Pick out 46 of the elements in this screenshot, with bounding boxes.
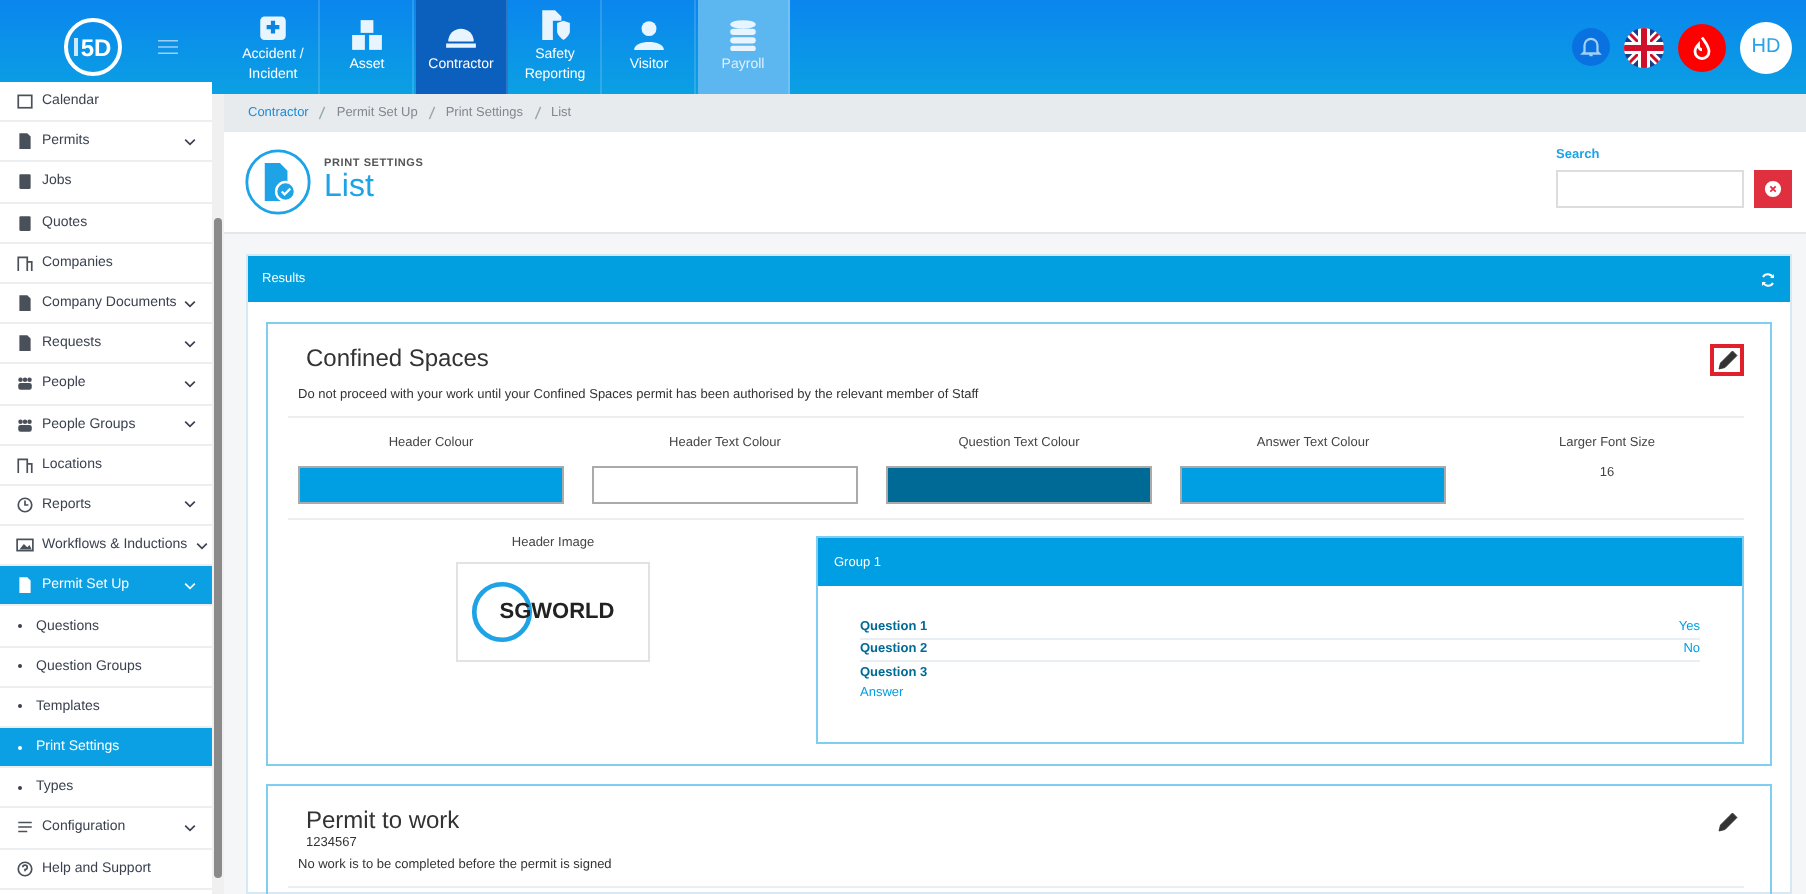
close-icon <box>1764 180 1782 198</box>
clock-icon <box>16 495 34 514</box>
search-field[interactable] <box>1556 170 1744 208</box>
clear-button[interactable] <box>1754 170 1792 208</box>
doc-icon <box>16 334 34 353</box>
separator-icon <box>427 106 436 120</box>
coins-icon <box>726 18 760 52</box>
chevron-icon <box>184 299 197 308</box>
chevron-icon <box>195 541 208 550</box>
pencil-icon <box>1715 810 1739 834</box>
chevron-icon <box>184 420 196 429</box>
separator-icon <box>318 106 327 120</box>
page-title: List <box>324 170 376 206</box>
chevron-icon <box>184 823 196 832</box>
doc-icon <box>16 294 34 313</box>
pencil-icon <box>1715 348 1739 372</box>
alert-button[interactable] <box>1678 23 1726 71</box>
person-icon <box>632 18 666 52</box>
bell-icon <box>1578 34 1604 60</box>
flag-icon <box>1624 27 1664 67</box>
building-icon <box>16 455 34 474</box>
permit-title: Permit to work <box>304 804 462 836</box>
people-icon <box>16 374 34 393</box>
notification-button[interactable] <box>1572 28 1610 66</box>
chevron-icon <box>184 581 196 590</box>
scrollbar[interactable] <box>212 94 224 894</box>
boxes-icon <box>350 18 384 52</box>
refresh-icon[interactable] <box>1760 271 1776 287</box>
calendar-icon <box>16 92 34 111</box>
separator-icon <box>533 106 541 120</box>
edit-button[interactable] <box>1710 344 1744 376</box>
doc-icon <box>16 132 34 151</box>
chevron-icon <box>184 379 196 388</box>
people-icon <box>16 415 34 434</box>
chevron-icon <box>184 500 196 509</box>
chevron-icon <box>184 339 196 348</box>
flag-button[interactable] <box>1624 27 1664 67</box>
doc-icon <box>16 576 34 595</box>
permit-title: Confined Spaces <box>304 342 491 376</box>
image-icon <box>16 536 34 555</box>
shield-icon <box>538 8 572 42</box>
document-check-icon <box>244 148 312 216</box>
building-icon <box>16 253 34 272</box>
drop-icon <box>1688 33 1716 61</box>
help-icon <box>16 859 34 878</box>
chevron-icon <box>184 137 196 146</box>
